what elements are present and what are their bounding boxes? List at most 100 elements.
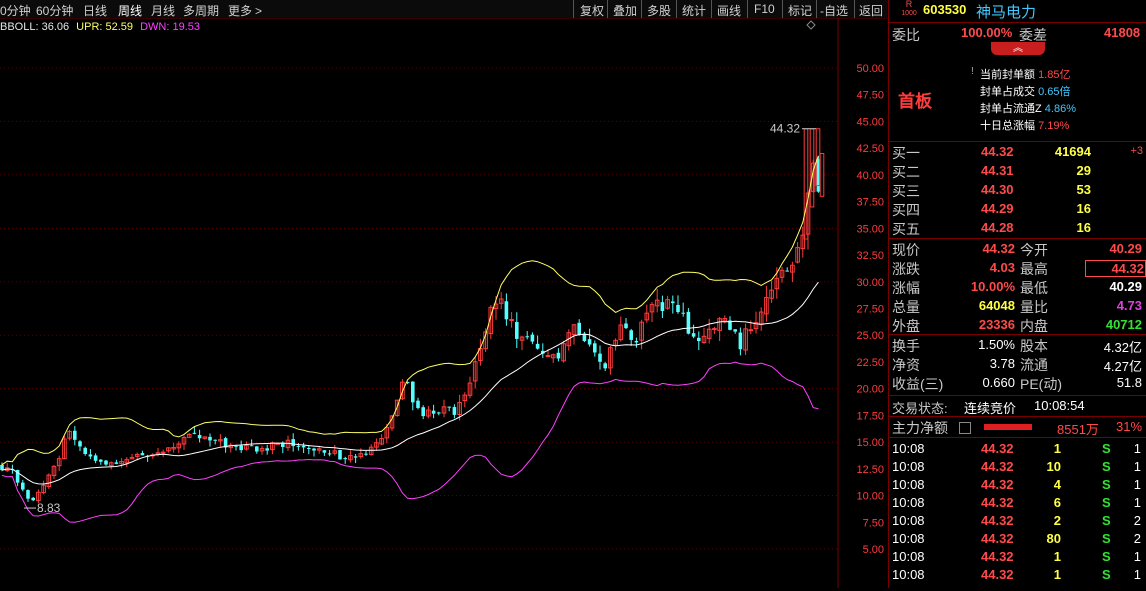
bid-volume: 16 xyxy=(1076,201,1091,216)
order-ratio-value: 100.00% xyxy=(961,25,1013,40)
tick-price: 44.32 xyxy=(981,549,1014,564)
candle-body xyxy=(447,406,451,408)
tick-volume: 10 xyxy=(1046,459,1061,474)
candle-body xyxy=(556,352,561,359)
bid-level-row[interactable]: 买四 44.29 16 xyxy=(889,200,1146,218)
tick-price: 44.32 xyxy=(981,513,1014,528)
tick-time: 10:08 xyxy=(892,513,925,528)
tick-count: 1 xyxy=(1133,567,1141,582)
tick-side: S xyxy=(1102,549,1111,564)
y-tick-label: 5.00 xyxy=(863,544,884,556)
y-tick-label: 35.00 xyxy=(856,223,884,235)
candle-body xyxy=(140,453,145,456)
seal-vs-turnover-value: 0.65倍 xyxy=(1038,86,1071,98)
tick-volume: 80 xyxy=(1046,531,1061,546)
tick-count: 2 xyxy=(1133,531,1141,546)
candle-body xyxy=(208,436,212,441)
quote-value: 4.03 xyxy=(989,260,1015,275)
mark-button[interactable]: 标记 xyxy=(788,2,812,19)
candle-body xyxy=(671,301,675,304)
stock-header: R 1000 603530 神马电力 xyxy=(889,0,1146,21)
statistics-button[interactable]: 统计 xyxy=(682,2,706,19)
list-icon[interactable] xyxy=(959,422,971,434)
more-periods-button[interactable]: 更多 > xyxy=(228,2,262,19)
ten-day-gain-value: 7.19% xyxy=(1038,120,1070,132)
period-30min-tab[interactable]: 0分钟 xyxy=(0,2,31,19)
multi-stock-button[interactable]: 多股 xyxy=(647,2,671,19)
candle-body xyxy=(21,482,25,490)
expand-toggle-button[interactable]: ︽ xyxy=(991,42,1045,55)
kline-chart[interactable]: 50.00 47.50 45.00 42.50 40.00 37.50 35.00 32.50… xyxy=(0,18,888,588)
period-weekly-tab[interactable]: 周线 xyxy=(118,2,142,19)
quote-row: 现价 44.32 今开 40.29 xyxy=(889,240,1146,258)
quote-value-2: 40.29 xyxy=(1109,279,1142,294)
tick-volume: 6 xyxy=(1053,495,1061,510)
bid-price: 44.32 xyxy=(981,144,1014,159)
candle-body xyxy=(296,445,301,447)
candle-body xyxy=(712,328,717,331)
bid-volume: 41694 xyxy=(1054,144,1091,159)
y-tick-label: 17.50 xyxy=(856,410,884,422)
y-tick-label: 15.00 xyxy=(856,437,884,449)
seal-amount-label: 当前封单额 xyxy=(980,69,1035,81)
candle-body xyxy=(593,343,597,353)
y-tick-label: 27.50 xyxy=(856,304,884,316)
quote-label-2: 内盘 xyxy=(1020,318,1048,334)
overlay-button[interactable]: 叠加 xyxy=(613,2,637,19)
restore-rights-button[interactable]: 复权 xyxy=(580,2,604,19)
bid-level-label: 买二 xyxy=(892,164,920,180)
remove-watchlist-button[interactable]: -自选 xyxy=(820,2,848,19)
fundamental-label-2: 流通 xyxy=(1020,357,1048,373)
more-label: 更多 xyxy=(228,4,253,18)
fundamental-value: 1.50% xyxy=(978,337,1015,352)
back-button[interactable]: 返回 xyxy=(859,2,883,19)
multi-period-tab[interactable]: 多周期 xyxy=(183,2,219,19)
settings-diamond-icon xyxy=(806,20,816,30)
candle-body xyxy=(338,450,342,460)
bid-level-row[interactable]: 买三 44.30 53 xyxy=(889,181,1146,199)
bid-level-row[interactable]: 买一 44.32 41694 +3 xyxy=(889,143,1146,161)
candle-body xyxy=(634,340,639,343)
candle-body xyxy=(312,448,316,451)
y-tick-label: 32.50 xyxy=(856,250,884,262)
order-ratio-label: 委比 xyxy=(892,27,920,43)
candle-body xyxy=(301,445,306,448)
candle-body xyxy=(535,343,540,349)
quote-label: 涨跌 xyxy=(892,261,920,277)
candle-body xyxy=(83,447,87,454)
main-net-flow-row[interactable]: 主力净额 8551万 31% xyxy=(889,418,1146,437)
main-net-flow-value: 8551万 xyxy=(1057,422,1099,437)
seal-vs-float-value: 4.86% xyxy=(1044,103,1076,115)
bid-price: 44.29 xyxy=(981,201,1014,216)
main-net-flow-bar xyxy=(984,424,1032,430)
period-60min-tab[interactable]: 60分钟 xyxy=(36,2,73,19)
period-daily-tab[interactable]: 日线 xyxy=(83,2,107,19)
quote-label: 总量 xyxy=(892,299,920,315)
candle-body xyxy=(431,410,436,414)
seal-vs-turnover-label: 封单占成交 xyxy=(980,86,1035,98)
candle-body xyxy=(515,322,519,339)
period-monthly-tab[interactable]: 月线 xyxy=(151,2,175,19)
tick-volume: 1 xyxy=(1053,549,1061,564)
bid-volume: 53 xyxy=(1076,182,1091,197)
candle-body xyxy=(291,439,295,447)
y-tick-label: 30.00 xyxy=(856,277,884,289)
order-ratio-row: 委比 100.00% 委差 41808 xyxy=(889,24,1146,43)
y-tick-label: 22.50 xyxy=(856,357,884,369)
quote-label: 外盘 xyxy=(892,318,920,334)
ten-day-gain-row: 十日总涨幅 7.19% xyxy=(980,117,1069,133)
bid-level-row[interactable]: 买二 44.31 29 xyxy=(889,162,1146,180)
bid-level-row[interactable]: 买五 44.28 16 xyxy=(889,219,1146,237)
candle-body xyxy=(587,339,592,345)
candle-body xyxy=(99,459,103,462)
f10-button[interactable]: F10 xyxy=(754,2,775,16)
first-board-tag: 首板 xyxy=(898,92,932,111)
bid-volume: 29 xyxy=(1076,163,1091,178)
kline-chart-svg[interactable]: 50.00 47.50 45.00 42.50 40.00 37.50 35.00 32.50… xyxy=(0,18,888,588)
tick-row: 10:08 44.32 6 S 1 xyxy=(889,494,1146,512)
draw-line-button[interactable]: 画线 xyxy=(717,2,741,19)
tick-side: S xyxy=(1102,495,1111,510)
tick-time: 10:08 xyxy=(892,531,925,546)
candle-body xyxy=(530,334,535,342)
y-tick-label: 42.50 xyxy=(856,143,884,155)
